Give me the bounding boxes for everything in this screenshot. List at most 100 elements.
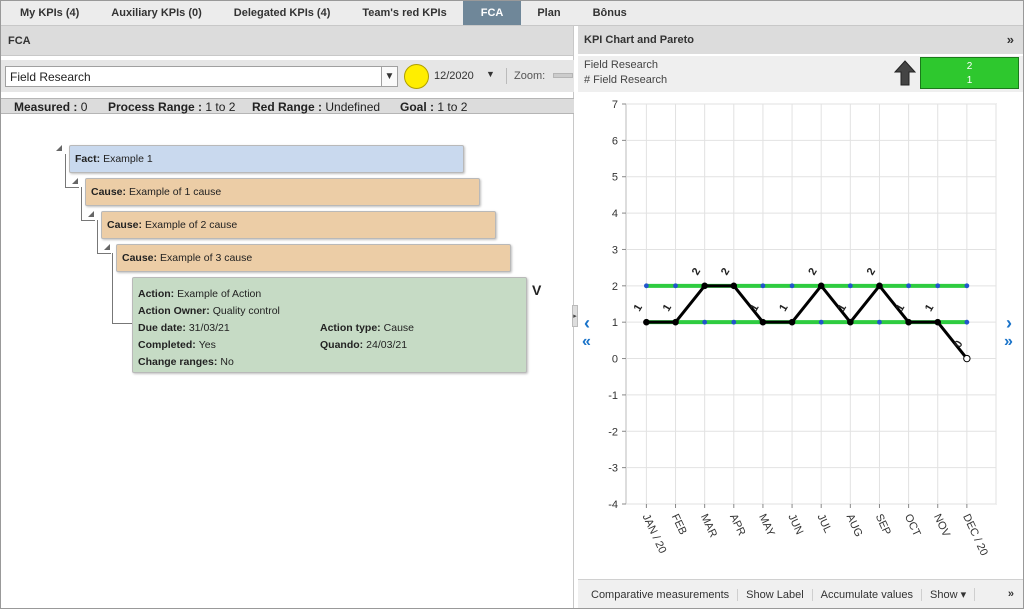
collapse-triangle-icon[interactable] [88, 211, 94, 217]
chevron-down-icon[interactable]: ▼ [381, 67, 397, 86]
data-point [876, 282, 883, 290]
tab-my-kpis[interactable]: My KPIs (4) [4, 0, 95, 25]
range-summary-bar: Measured : 0 Process Range : 1 to 2 Red … [0, 98, 574, 114]
x-tick-label: AUG [844, 512, 865, 539]
kpi-line-chart: -4 -3 -2 -1 0 1 2 3 4 5 6 7 JAN / 20 FEB MAR APR MAY JUN J… [608, 99, 997, 558]
plot-area [625, 103, 997, 505]
process-range-summary: Process Range : 1 to 2 [108, 100, 236, 114]
y-tick-label: 4 [612, 208, 618, 220]
range-point [964, 319, 970, 325]
collapse-triangle-icon[interactable] [72, 178, 78, 184]
tab-delegated-kpis[interactable]: Delegated KPIs (4) [218, 0, 347, 25]
arrow-up-icon [894, 60, 916, 86]
tab-bonus[interactable]: Bônus [577, 0, 643, 25]
fact-node[interactable]: Fact: Example 1 [69, 145, 464, 173]
quando-field: Quando: 24/03/21 [320, 338, 408, 351]
tab-plan[interactable]: Plan [521, 0, 576, 25]
data-point [701, 282, 708, 290]
collapse-triangle-icon[interactable] [104, 244, 110, 250]
range-point [789, 283, 795, 289]
action-node[interactable]: Action: Example of Action Action Owner: Qu… [132, 277, 527, 373]
cause-node-1[interactable]: Cause: Example of 1 cause [85, 178, 480, 206]
kpi-panel-title: KPI Chart and Pareto [584, 34, 695, 46]
range-point [877, 319, 882, 325]
next-period-button[interactable]: › [1006, 313, 1012, 334]
data-point [905, 318, 912, 326]
x-tick-label: OCT [902, 512, 923, 538]
cause-node-2[interactable]: Cause: Example of 2 cause [101, 211, 496, 239]
tab-auxiliary-kpis[interactable]: Auxiliary KPIs (0) [95, 0, 217, 25]
verified-mark: V [532, 282, 542, 298]
x-tick-label: FEB [669, 512, 689, 536]
tab-fca[interactable]: FCA [462, 0, 522, 25]
kpi-value-top: 2 [966, 61, 973, 72]
toolbar-more-button[interactable]: » [1008, 588, 1014, 600]
x-tick-label: JUL [814, 512, 833, 535]
collapse-panel-icon[interactable]: » [1007, 32, 1014, 47]
tree-connector [81, 220, 95, 221]
tree-connector [65, 154, 66, 188]
data-point [730, 282, 738, 290]
range-point [702, 319, 708, 325]
fca-controls: Field Research ▼ 12/2020 ▼ Zoom: [0, 60, 574, 92]
top-tab-bar: My KPIs (4) Auxiliary KPIs (0) Delegated… [0, 0, 1024, 26]
range-point [673, 283, 678, 289]
range-point [818, 319, 824, 325]
y-tick-label: -3 [608, 463, 618, 475]
change-ranges-field: Change ranges: No [138, 355, 234, 368]
x-tick-label: MAR [698, 512, 719, 539]
action-field: Action: Example of Action [138, 287, 262, 300]
x-tick-label: MAY [756, 512, 777, 539]
tree-connector [112, 253, 113, 323]
show-label-button[interactable]: Show Label [738, 588, 813, 601]
measured-summary: Measured : 0 [14, 100, 88, 114]
data-point [934, 318, 942, 326]
y-tick-label: -2 [608, 426, 618, 438]
y-tick-label: 2 [612, 281, 618, 293]
zoom-slider[interactable] [553, 73, 573, 78]
last-period-button[interactable]: » [1004, 333, 1013, 351]
zoom-label: Zoom: [514, 70, 546, 82]
range-point [964, 283, 970, 289]
y-tick-label: -1 [608, 390, 618, 402]
kpi-select[interactable]: Field Research ▼ [5, 66, 398, 87]
tree-connector [65, 187, 79, 188]
data-point [847, 318, 854, 326]
x-tick-label: DEC / 20 [960, 512, 990, 558]
kpi-chart-panel: KPI Chart and Pareto » Field Research # … [578, 26, 1024, 609]
tree-connector [112, 323, 132, 324]
y-tick-label: -4 [608, 499, 618, 511]
data-point [643, 318, 650, 326]
accumulate-values-button[interactable]: Accumulate values [813, 588, 922, 601]
tree-connector [81, 187, 82, 221]
action-owner-field: Action Owner: Quality control [138, 304, 280, 317]
y-tick-label: 0 [612, 354, 618, 366]
kpi-unit: # Field Research [584, 74, 668, 86]
y-tick-label: 5 [612, 172, 618, 184]
first-period-button[interactable]: « [582, 333, 591, 351]
goal-summary: Goal : 1 to 2 [400, 100, 468, 114]
y-tick-label: 1 [612, 317, 618, 329]
prev-period-button[interactable]: ‹ [584, 313, 590, 334]
kpi-name: Field Research [584, 59, 658, 71]
caret-down-icon[interactable]: ▼ [486, 69, 495, 79]
period-date: 12/2020 [434, 70, 474, 82]
tree-connector [97, 220, 98, 254]
cause-node-3[interactable]: Cause: Example of 3 cause [116, 244, 511, 272]
status-indicator [404, 64, 429, 89]
comparative-measurements-button[interactable]: Comparative measurements [583, 588, 739, 601]
x-tick-label: JAN / 20 [640, 512, 669, 555]
y-tick-label: 7 [612, 99, 618, 111]
y-tick-label: 6 [612, 135, 618, 147]
tab-teams-red-kpis[interactable]: Team's red KPIs [346, 0, 462, 25]
fca-panel: FCA Field Research ▼ 12/2020 ▼ Zoom: Mea… [0, 26, 574, 609]
tree-connector [97, 253, 111, 254]
kpi-panel-header: KPI Chart and Pareto » [578, 26, 1024, 54]
range-point [847, 283, 853, 289]
x-tick-label: APR [727, 512, 747, 538]
data-point [672, 318, 679, 326]
show-menu-button[interactable]: Show ▾ [922, 588, 976, 601]
range-point [906, 283, 911, 289]
collapse-triangle-icon[interactable] [56, 145, 62, 151]
kpi-value-bottom: 1 [966, 75, 973, 86]
